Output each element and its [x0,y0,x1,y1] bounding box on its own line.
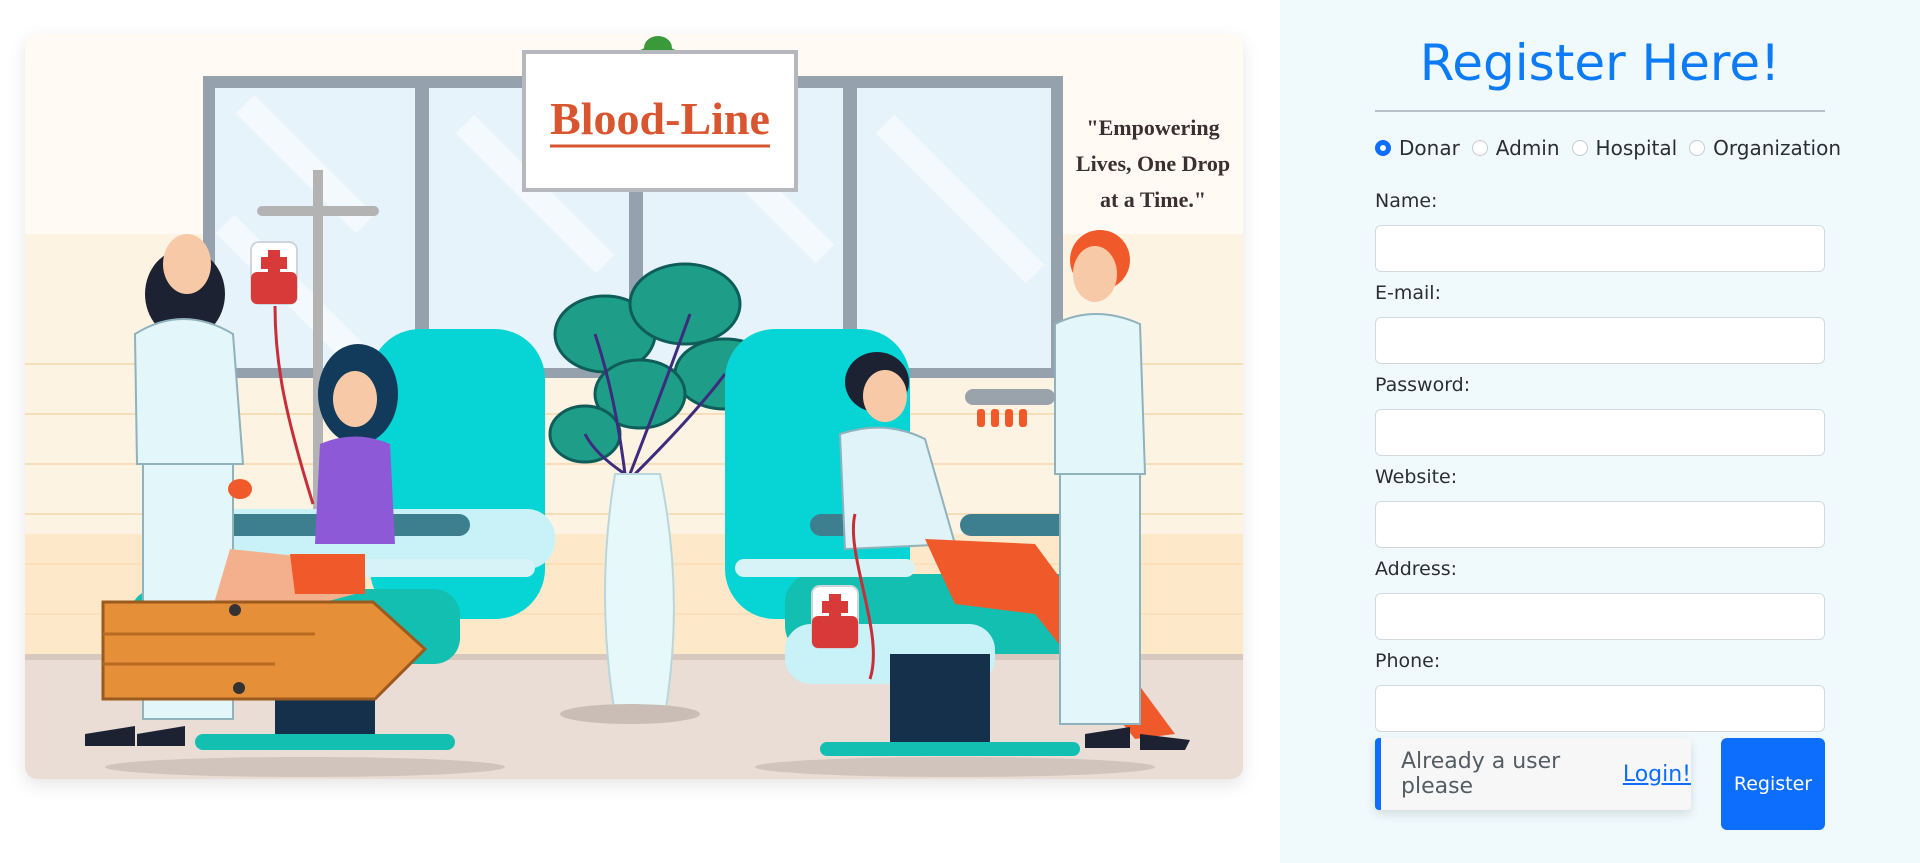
address-label: Address: [1375,558,1458,580]
website-input[interactable] [1375,501,1825,548]
password-label: Password: [1375,374,1471,396]
role-label-admin: Admin [1495,136,1560,160]
page-title: Register Here! [1419,34,1781,92]
role-radio-hospital[interactable] [1571,140,1588,156]
blood-donation-scene: Blood-Line "Empowering Lives, One Drop a… [25,34,1243,779]
login-prompt-text: Already a user please [1401,749,1561,799]
login-prompt-box: Already a user please Login! [1375,738,1691,810]
svg-text:at a Time.": at a Time." [1100,187,1206,212]
role-option-donar[interactable]: Donar [1375,136,1460,160]
phone-label: Phone: [1375,650,1441,672]
email-label: E-mail: [1375,282,1441,304]
name-input[interactable] [1375,225,1825,272]
password-input[interactable] [1375,409,1825,456]
login-link[interactable]: Login! [1623,762,1691,787]
svg-text:"Empowering: "Empowering [1086,115,1219,140]
sign-text: Blood-Line [550,93,770,144]
register-button[interactable]: Register [1721,738,1825,830]
hero-illustration: Blood-Line "Empowering Lives, One Drop a… [25,34,1243,779]
svg-text:Lives, One Drop: Lives, One Drop [1076,151,1230,176]
role-label-donar: Donar [1399,136,1460,160]
title-divider [1375,110,1825,112]
role-option-hospital[interactable]: Hospital [1571,136,1678,160]
name-label: Name: [1375,190,1438,212]
role-radio-admin[interactable] [1471,140,1488,156]
role-option-admin[interactable]: Admin [1471,136,1560,160]
role-label-organization: Organization [1713,136,1842,160]
role-option-organization[interactable]: Organization [1689,136,1841,160]
phone-input[interactable] [1375,685,1825,732]
address-input[interactable] [1375,593,1825,640]
email-input[interactable] [1375,317,1825,364]
role-radio-organization[interactable] [1689,140,1706,156]
role-label-hospital: Hospital [1595,136,1678,160]
role-radio-donar[interactable] [1375,140,1391,156]
website-label: Website: [1375,466,1458,488]
role-selector: Donar Admin Hospital Organization [1375,134,1853,162]
